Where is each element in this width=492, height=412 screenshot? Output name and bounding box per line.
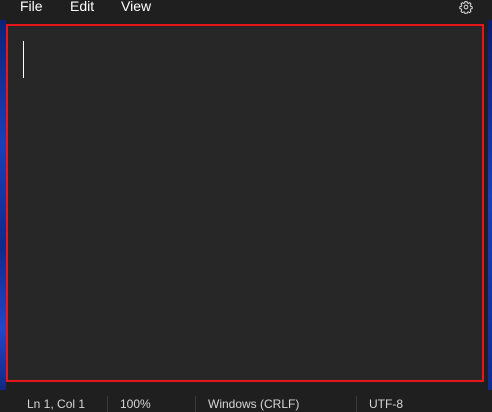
menu-bar: File Edit View bbox=[0, 0, 492, 20]
menu-view[interactable]: View bbox=[119, 0, 153, 16]
menu-file[interactable]: File bbox=[18, 0, 45, 16]
notepad-window: File Edit View Ln 1, Col 1 100% Windows … bbox=[0, 0, 492, 412]
text-caret bbox=[23, 41, 24, 78]
cursor-position: Ln 1, Col 1 bbox=[27, 397, 86, 411]
text-editor-area[interactable] bbox=[6, 24, 484, 382]
status-divider bbox=[107, 396, 108, 412]
line-ending[interactable]: Windows (CRLF) bbox=[208, 397, 299, 412]
status-bar: Ln 1, Col 1 100% Windows (CRLF) UTF-8 bbox=[0, 390, 492, 412]
status-divider bbox=[356, 396, 357, 412]
encoding[interactable]: UTF-8 bbox=[369, 397, 403, 412]
gear-icon bbox=[459, 0, 473, 14]
settings-button[interactable] bbox=[458, 0, 474, 14]
desktop-wallpaper-edge bbox=[488, 20, 492, 412]
zoom-level[interactable]: 100% bbox=[120, 397, 151, 412]
status-divider bbox=[195, 396, 196, 412]
menu-edit[interactable]: Edit bbox=[68, 0, 96, 16]
